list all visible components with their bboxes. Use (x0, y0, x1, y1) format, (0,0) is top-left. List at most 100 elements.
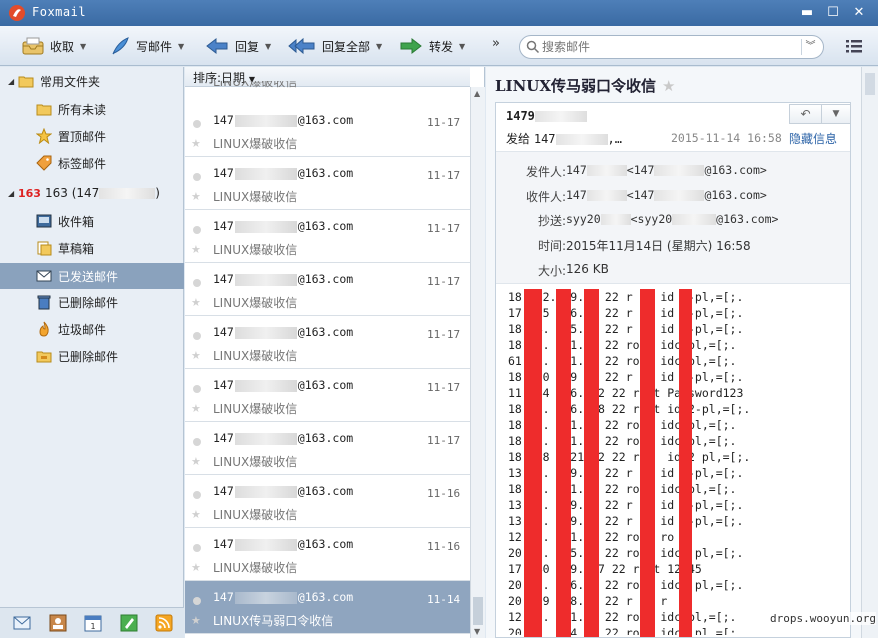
more-tools-button[interactable]: » (492, 36, 500, 51)
reply-options-chevron-icon[interactable]: ▼ (822, 105, 850, 123)
hide-info-link[interactable]: 隐藏信息 (789, 130, 837, 147)
search-icon (526, 40, 540, 54)
star-icon[interactable]: ★ (191, 561, 201, 574)
star-icon[interactable]: ★ (191, 243, 201, 256)
sidebar-item-junk[interactable]: 垃圾邮件 (0, 316, 184, 342)
sidebar-item-deleted[interactable]: 已删除邮件 (0, 289, 184, 315)
detail-to: 收件人: 147 <147 @163.com> (496, 185, 850, 207)
message-date: 11-16 (427, 540, 461, 553)
star-icon[interactable]: ★ (191, 296, 201, 309)
unread-dot-icon[interactable] (193, 332, 201, 340)
message-row[interactable]: 147 @163.com 11-17 ★ LINUX爆破收信 (185, 263, 470, 316)
reply-arrow-icon (206, 37, 228, 55)
mail-view-icon[interactable] (13, 614, 31, 632)
contacts-icon[interactable] (49, 614, 67, 632)
unread-dot-icon[interactable] (193, 438, 201, 446)
collapse-triangle-icon[interactable]: ◢ (8, 189, 18, 198)
sidebar-item-label: 已发送邮件 (58, 269, 119, 284)
redacted-blur (586, 190, 627, 201)
scrollbar-thumb[interactable] (865, 73, 875, 95)
account-label: 163 (147 (44, 186, 100, 200)
message-row[interactable]: 147 @163.com 11-17 ★ LINUX爆破收信 (185, 210, 470, 263)
sidebar-account-163[interactable]: ◢ 163 163 (147 ) (0, 180, 184, 206)
unread-dot-icon[interactable] (193, 491, 201, 499)
redacted-blur (234, 591, 297, 604)
sidebar-item-all-unread[interactable]: 所有未读 (0, 96, 184, 122)
unread-dot-icon[interactable] (193, 597, 201, 605)
sidebar-item-pinned[interactable]: 置顶邮件 (0, 123, 184, 149)
star-icon[interactable]: ★ (191, 190, 201, 203)
calendar-icon[interactable]: 1 (84, 614, 102, 632)
chevron-down-icon[interactable]: ▼ (459, 42, 465, 51)
star-icon[interactable]: ★ (191, 614, 201, 627)
list-scrollbar[interactable]: ▲ ▼ (470, 87, 485, 638)
star-icon[interactable]: ★ (191, 455, 201, 468)
forward-button[interactable]: 转发 ▼ (399, 34, 465, 58)
star-icon[interactable]: ★ (191, 349, 201, 362)
message-date: 11-16 (427, 487, 461, 500)
compose-button[interactable]: 写邮件 ▼ (110, 34, 184, 58)
star-icon[interactable]: ★ (191, 508, 201, 521)
message-row[interactable]: 147 @163.com 11-17 ★ LINUX爆破收信 (185, 104, 470, 157)
unread-dot-icon[interactable] (193, 544, 201, 552)
search-input[interactable] (542, 39, 792, 55)
star-icon[interactable]: ★ (662, 77, 675, 95)
main-menu-icon[interactable] (845, 38, 863, 54)
redacted-blur (234, 114, 297, 127)
search-box[interactable]: ︾ (519, 35, 824, 59)
unread-dot-icon[interactable] (193, 173, 201, 181)
chevron-down-icon[interactable]: ▼ (376, 42, 382, 51)
sidebar-item-tagged[interactable]: 标签邮件 (0, 150, 184, 176)
detail-key: 发件人: (525, 165, 566, 179)
message-row[interactable]: 147 @163.com 11-14 ★ LINUX传马弱口令收信 (185, 581, 470, 634)
sidebar-group-common[interactable]: ◢ 常用文件夹 (0, 68, 184, 94)
message-row[interactable]: 147 @163.com 11-17 ★ LINUX爆破收信 (185, 157, 470, 210)
chevron-down-icon[interactable]: ▼ (265, 42, 271, 51)
unread-dot-icon[interactable] (193, 385, 201, 393)
chevron-down-icon[interactable]: ▼ (178, 42, 184, 51)
message-subject: LINUX爆破收信 (213, 190, 298, 204)
message-row[interactable]: 147 @163.com 11-17 ★ LINUX爆破收信 (185, 369, 470, 422)
message-row[interactable]: 147 @163.com 11-16 ★ LINUX爆破收信 (185, 528, 470, 581)
message-row[interactable]: 147 @163.com 11-16 ★ LINUX爆破收信 (185, 475, 470, 528)
collapse-triangle-icon[interactable]: ◢ (8, 77, 18, 86)
message-from: 147 @163.com (213, 166, 354, 180)
sidebar-item-sent[interactable]: 已发送邮件 (0, 263, 184, 289)
redacted-blur (234, 432, 297, 445)
message-row[interactable]: 147 @163.com 11-17 ★ LINUX爆破收信 (185, 422, 470, 475)
chevron-down-icon[interactable]: ▼ (80, 42, 86, 51)
unread-dot-icon[interactable] (193, 120, 201, 128)
receive-button[interactable]: 收取 ▼ (22, 34, 86, 58)
reply-button[interactable]: 回复 ▼ (205, 34, 271, 58)
redacted-blur (234, 379, 297, 392)
reply-all-button[interactable]: 回复全部 ▼ (288, 34, 382, 58)
close-button[interactable]: ✕ (848, 4, 870, 22)
reader-scrollbar[interactable] (861, 67, 878, 638)
redacted-blur (234, 167, 297, 180)
search-options-chevron-icon[interactable]: ︾ (801, 39, 819, 55)
message-from: 147 @163.com (213, 113, 354, 127)
detail-key: 时间: (537, 239, 566, 253)
rss-feed-icon[interactable] (155, 614, 173, 632)
redacted-blur (234, 538, 297, 551)
star-icon[interactable]: ★ (191, 402, 201, 415)
quick-reply-button[interactable]: ↶ (790, 105, 822, 123)
sidebar-item-deleted-2[interactable]: 已删除邮件 (0, 343, 184, 369)
minimize-button[interactable]: ▬ (796, 4, 818, 22)
message-row[interactable]: 147 @163.com 11-17 ★ LINUX爆破收信 (185, 316, 470, 369)
tag-icon (36, 155, 52, 171)
redacted-blur (234, 273, 297, 286)
scrollbar-thumb[interactable] (473, 597, 483, 625)
message-date: 11-17 (427, 116, 461, 129)
sidebar-item-drafts[interactable]: 草稿箱 (0, 235, 184, 261)
maximize-button[interactable]: ☐ (822, 4, 844, 22)
unread-dot-icon[interactable] (193, 279, 201, 287)
message-from: 147 @163.com (213, 431, 354, 445)
notes-icon[interactable] (120, 614, 138, 632)
message-subject: LINUX爆破收信 (213, 137, 298, 151)
star-icon[interactable]: ★ (191, 137, 201, 150)
message-from: 147 @163.com (213, 378, 354, 392)
sidebar-item-inbox[interactable]: 收件箱 (0, 208, 184, 234)
unread-dot-icon[interactable] (193, 226, 201, 234)
redacted-blur (555, 134, 608, 145)
